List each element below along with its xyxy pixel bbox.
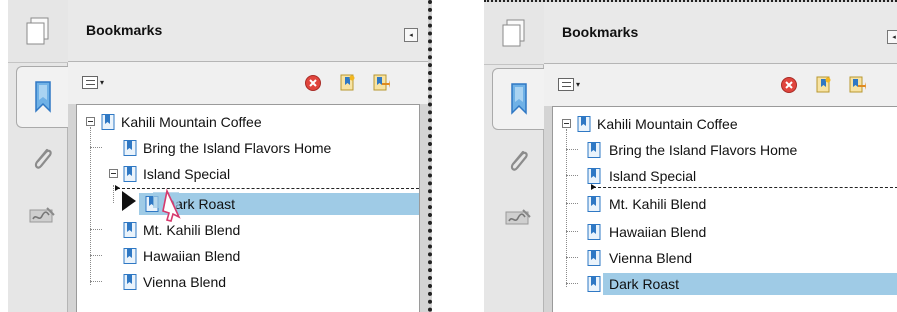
tree-row[interactable]: Hawaiian Blend	[553, 219, 897, 245]
bookmark-ribbon-icon	[510, 83, 527, 115]
options-menu-icon	[82, 76, 98, 89]
pages-tab[interactable]	[484, 2, 544, 65]
bookmark-label: Mt. Kahili Blend	[609, 196, 707, 212]
collapse-node-icon[interactable]	[562, 119, 571, 128]
tree-row[interactable]: Vienna Blend	[553, 245, 897, 271]
bookmark-page-icon	[577, 116, 591, 132]
chevron-down-icon: ▾	[576, 80, 581, 89]
bookmark-label: Hawaiian Blend	[609, 224, 707, 240]
bookmarks-panel-before: Bookmarks ◂ ▾ Kahili Mountain Coffee Bri…	[8, 0, 432, 312]
bookmark-page-icon	[123, 248, 137, 264]
delete-bookmark-icon[interactable]	[780, 76, 798, 94]
bookmarks-toolbar: ▾	[544, 64, 897, 106]
pages-icon	[502, 19, 525, 47]
collapse-node-icon[interactable]	[109, 169, 118, 178]
tree-row-selected[interactable]: Dark Roast	[553, 271, 897, 297]
tree-row-selected[interactable]: Dark Roast	[77, 188, 419, 222]
panel-header: Bookmarks ◂	[68, 0, 428, 62]
options-menu-button[interactable]: ▾	[82, 76, 104, 89]
bookmark-label: Vienna Blend	[609, 250, 693, 266]
options-menu-icon	[558, 78, 574, 91]
options-menu-button[interactable]: ▾	[558, 78, 580, 91]
panel-title: Bookmarks	[86, 22, 163, 38]
bookmark-label: Hawaiian Blend	[143, 248, 241, 264]
bookmark-label: Dark Roast	[609, 276, 680, 292]
panel-title: Bookmarks	[562, 24, 639, 40]
bookmarks-toolbar: ▾	[68, 62, 428, 104]
tab-bookmarks[interactable]	[16, 66, 68, 128]
bookmark-page-icon	[123, 140, 137, 156]
signature-icon	[29, 207, 55, 223]
panel-header: Bookmarks ◂	[544, 2, 897, 64]
collapse-arrow-icon: ◂	[892, 33, 896, 41]
collapse-panel-button[interactable]: ◂	[404, 28, 418, 42]
bookmark-label: Kahili Mountain Coffee	[121, 114, 262, 130]
bookmark-label: Island Special	[143, 166, 231, 182]
collapse-node-icon[interactable]	[86, 117, 95, 126]
bookmark-ribbon-icon	[34, 81, 51, 113]
bookmark-label: Vienna Blend	[143, 274, 227, 290]
bookmark-label: Island Special	[609, 168, 697, 184]
tab-signatures[interactable]	[16, 185, 68, 247]
bookmark-page-icon	[587, 276, 601, 292]
tree-row[interactable]: Hawaiian Blend	[77, 243, 419, 269]
new-bookmark-from-structure-icon[interactable]	[372, 74, 390, 92]
delete-bookmark-icon[interactable]	[304, 74, 322, 92]
tab-attachments[interactable]	[16, 128, 68, 190]
bookmarks-panel-after: Bookmarks ◂ ▾ Kahili Mountain Coffee Bri…	[484, 0, 897, 312]
bookmark-page-icon	[123, 274, 137, 290]
tree-row[interactable]: Bring the Island Flavors Home	[553, 137, 897, 163]
bookmark-tree: Kahili Mountain Coffee Bring the Island …	[76, 104, 420, 312]
tab-attachments[interactable]	[492, 130, 544, 192]
tree-row[interactable]: Kahili Mountain Coffee	[553, 111, 897, 137]
tab-signatures[interactable]	[492, 187, 544, 249]
new-bookmark-from-structure-icon[interactable]	[848, 76, 866, 94]
tab-bookmarks[interactable]	[492, 68, 544, 130]
paperclip-icon	[34, 148, 52, 169]
signature-icon	[505, 209, 531, 225]
chevron-down-icon: ▾	[100, 78, 105, 87]
tree-row[interactable]: Mt. Kahili Blend	[553, 191, 897, 217]
tree-row[interactable]: Bring the Island Flavors Home	[77, 135, 419, 161]
bookmark-tree: Kahili Mountain Coffee Bring the Island …	[552, 106, 897, 312]
new-bookmark-icon[interactable]	[338, 74, 356, 92]
bookmark-page-icon	[587, 196, 601, 212]
tree-row[interactable]: Island Special	[77, 161, 419, 187]
bookmark-label: Bring the Island Flavors Home	[143, 140, 332, 156]
navigation-rail	[484, 2, 544, 312]
navigation-rail	[8, 0, 68, 312]
collapse-arrow-icon: ◂	[409, 31, 413, 39]
pages-icon	[26, 17, 49, 45]
new-bookmark-icon[interactable]	[814, 76, 832, 94]
tree-row[interactable]: Mt. Kahili Blend	[77, 217, 419, 243]
bookmark-label: Bring the Island Flavors Home	[609, 142, 798, 158]
bookmark-page-icon	[587, 142, 601, 158]
bookmark-page-icon	[123, 222, 137, 238]
bookmark-page-icon	[101, 114, 115, 130]
tree-row[interactable]: Island Special	[553, 163, 897, 189]
tree-row[interactable]: Kahili Mountain Coffee	[77, 109, 419, 135]
bookmark-page-icon	[587, 224, 601, 240]
paperclip-icon	[510, 150, 528, 171]
tree-row[interactable]: Vienna Blend	[77, 269, 419, 295]
bookmark-label: Kahili Mountain Coffee	[597, 116, 738, 132]
collapse-panel-button[interactable]: ◂	[887, 30, 897, 44]
bookmark-page-icon	[587, 250, 601, 266]
bookmark-page-icon	[123, 166, 137, 182]
bookmark-page-icon	[587, 168, 601, 184]
pages-tab[interactable]	[8, 0, 68, 63]
bookmark-label: Mt. Kahili Blend	[143, 222, 241, 238]
